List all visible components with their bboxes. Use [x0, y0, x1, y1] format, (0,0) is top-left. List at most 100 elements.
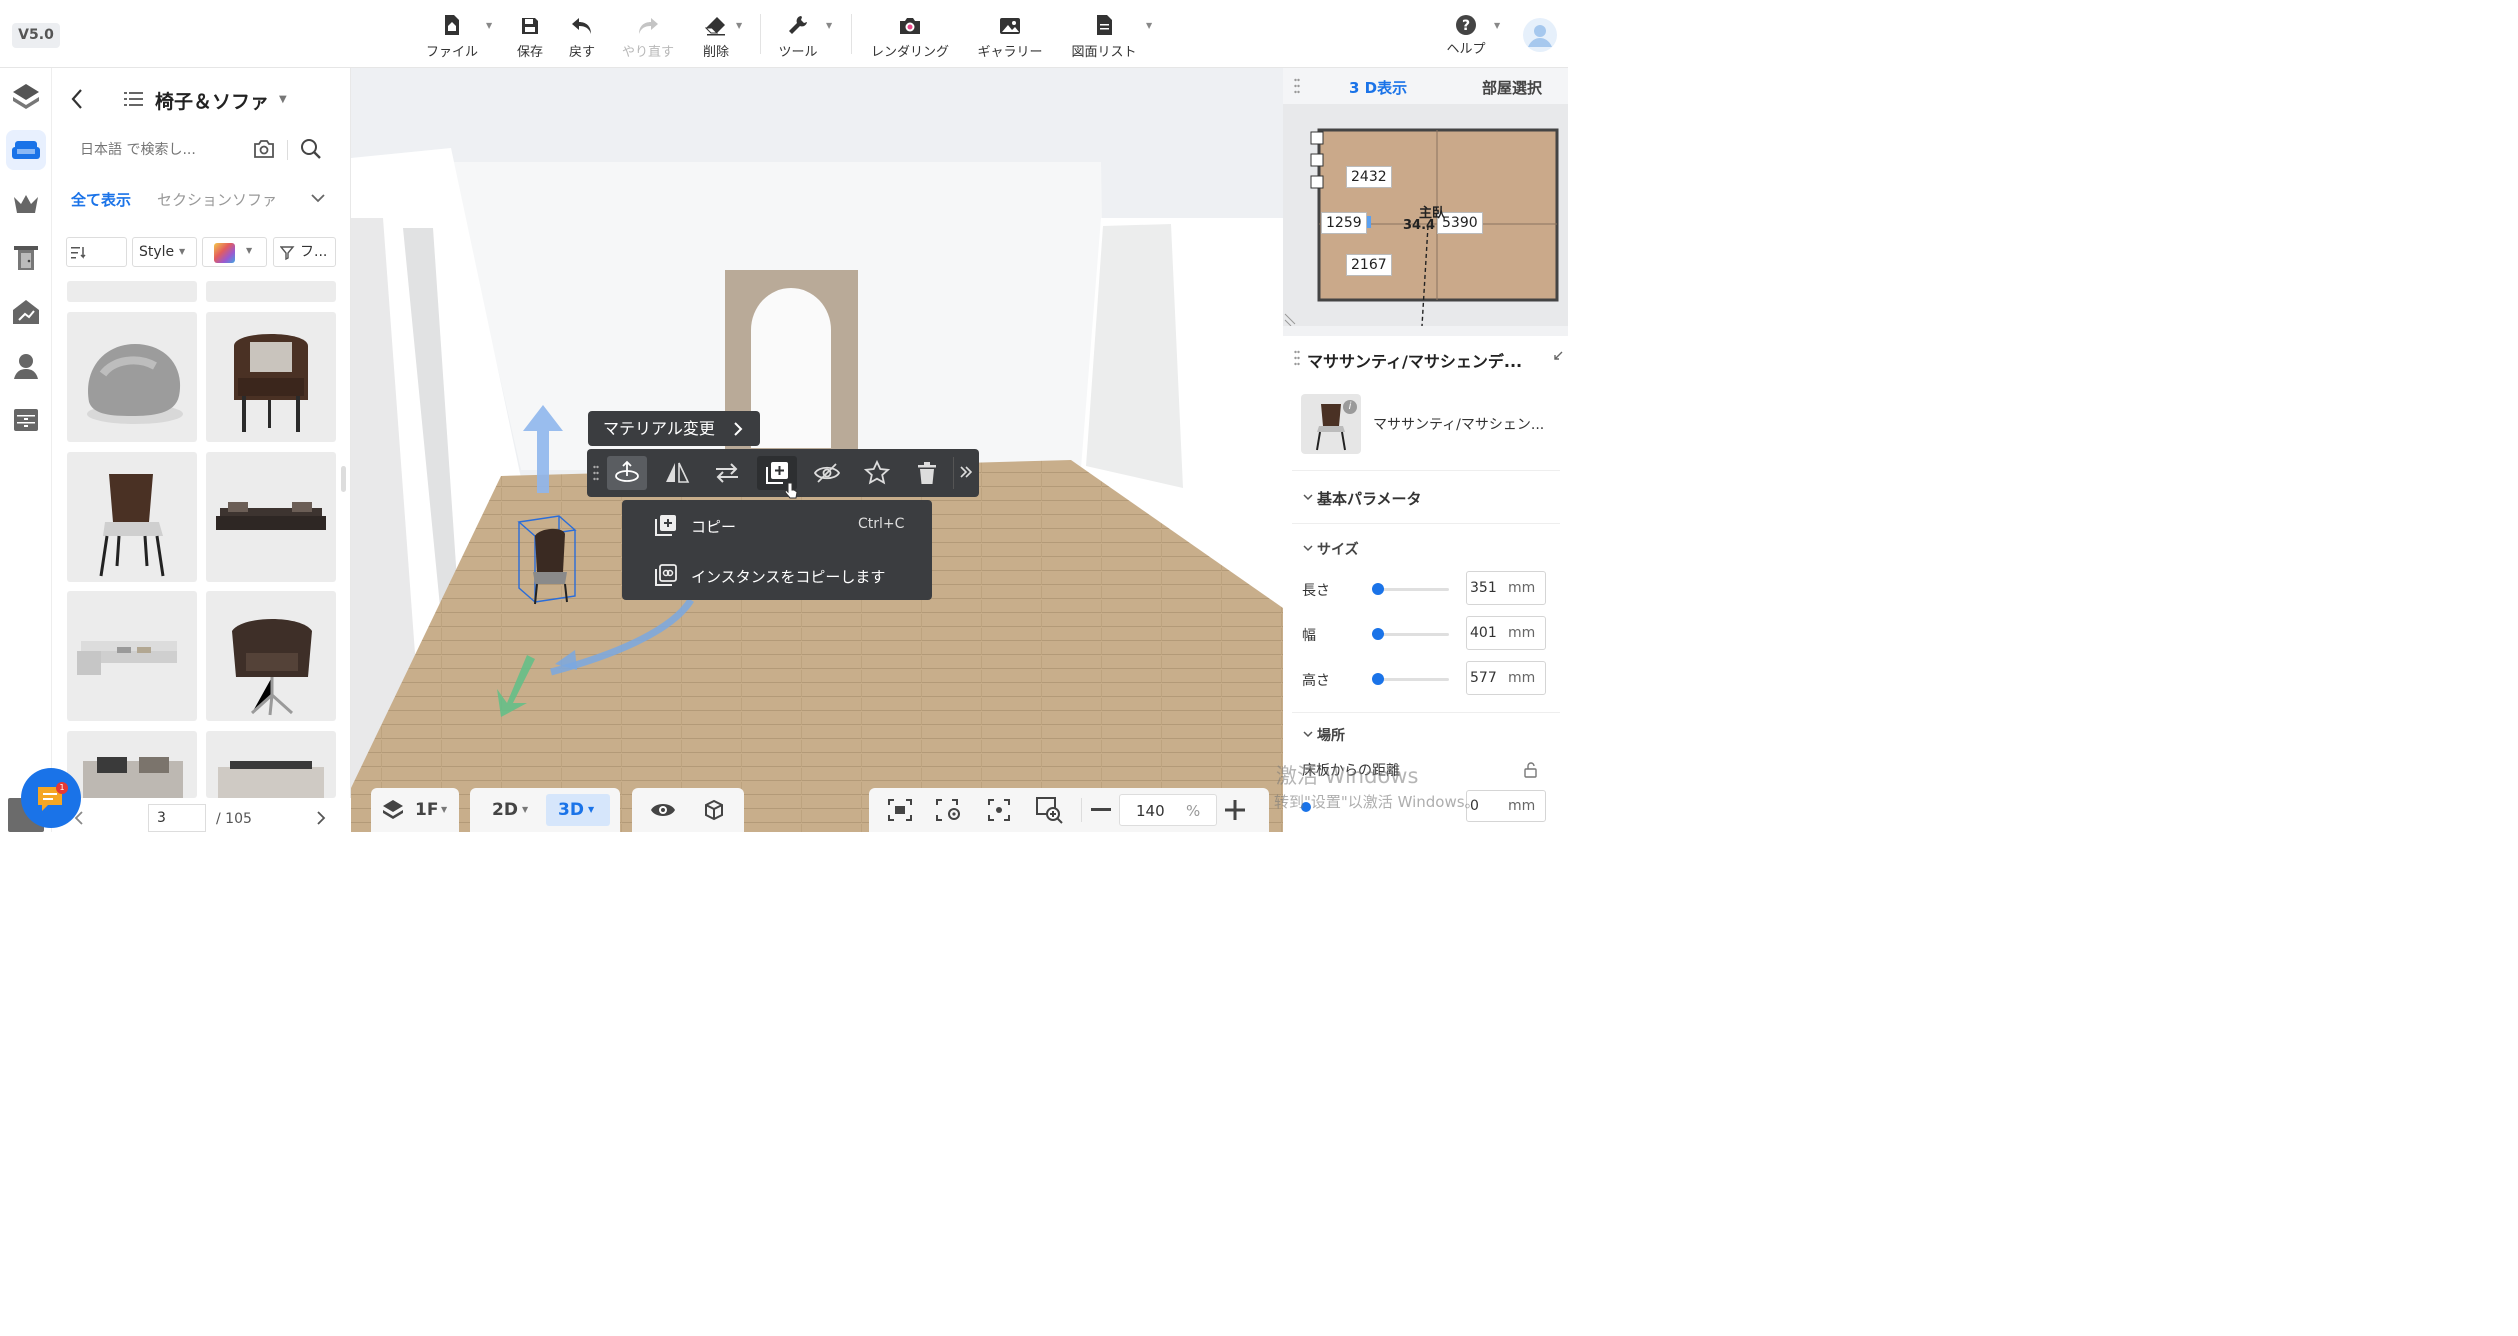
- floor-selector[interactable]: 1F ▼: [371, 788, 459, 832]
- menu-item-copy-instance[interactable]: インスタンスをコピーします: [622, 550, 932, 600]
- user-avatar[interactable]: [1522, 17, 1558, 53]
- drag-handle-icon[interactable]: [1294, 350, 1300, 366]
- zoom-out-icon[interactable]: [1091, 808, 1111, 812]
- color-filter[interactable]: ▼: [202, 237, 267, 267]
- more-filter[interactable]: フ...: [273, 237, 336, 267]
- replace-button[interactable]: [707, 456, 747, 490]
- length-slider-track[interactable]: [1377, 588, 1449, 591]
- cube-icon[interactable]: [702, 798, 726, 822]
- drawing-list-button[interactable]: 図面リスト: [1068, 10, 1140, 60]
- chat-support-button[interactable]: 1: [21, 768, 81, 828]
- page-input[interactable]: [148, 804, 206, 832]
- zoom-window-icon[interactable]: [1035, 796, 1063, 824]
- product-thumbnail[interactable]: [67, 591, 197, 721]
- zoom-in-icon[interactable]: [1225, 800, 1245, 820]
- help-button[interactable]: ? ヘルプ: [1444, 10, 1488, 60]
- delete-caret-icon[interactable]: ▼: [736, 21, 742, 30]
- section-basic-params[interactable]: 基本パラメータ: [1317, 488, 1422, 509]
- drawing-list-caret-icon[interactable]: ▼: [1146, 21, 1152, 30]
- length-slider-knob[interactable]: [1372, 583, 1384, 595]
- category-caret-icon[interactable]: ▼: [279, 94, 287, 105]
- unlock-icon[interactable]: [1523, 762, 1539, 778]
- drag-handle-icon[interactable]: [593, 465, 599, 481]
- delete-object-button[interactable]: [907, 456, 947, 490]
- tabs-expand-chevron-icon[interactable]: [310, 192, 326, 204]
- rail-structure[interactable]: [6, 292, 46, 332]
- move-rotate-button[interactable]: [607, 456, 647, 490]
- search-icon[interactable]: [300, 138, 322, 160]
- width-slider-track[interactable]: [1377, 633, 1449, 636]
- file-caret-icon[interactable]: ▼: [486, 21, 492, 30]
- expand-more-icon[interactable]: [959, 465, 973, 479]
- product-thumbnail[interactable]: [206, 452, 336, 582]
- material-change-button[interactable]: マテリアル変更: [588, 411, 760, 446]
- hide-button[interactable]: [807, 456, 847, 490]
- redo-button[interactable]: やり直す: [620, 10, 676, 60]
- chevron-down-icon[interactable]: [1302, 544, 1314, 552]
- rail-floorplan[interactable]: [6, 76, 46, 116]
- divider: [1292, 712, 1560, 713]
- product-thumbnail[interactable]: [206, 731, 336, 798]
- product-thumbnail[interactable]: [67, 312, 197, 442]
- height-slider-knob[interactable]: [1372, 673, 1384, 685]
- save-label: 保存: [516, 45, 543, 60]
- style-filter[interactable]: Style ▼: [132, 237, 197, 267]
- category-title[interactable]: 椅子＆ソファ: [155, 87, 269, 114]
- rail-storage[interactable]: [6, 400, 46, 440]
- section-size[interactable]: サイズ: [1317, 539, 1359, 559]
- favorite-button[interactable]: [857, 456, 897, 490]
- delete-button[interactable]: 削除: [700, 10, 732, 60]
- view-3d-button[interactable]: 3D ▼: [546, 794, 610, 826]
- gallery-button[interactable]: ギャラリー: [974, 10, 1046, 60]
- panel-resize-handle[interactable]: [341, 466, 346, 492]
- width-slider-knob[interactable]: [1372, 628, 1384, 640]
- file-button[interactable]: ファイル: [424, 10, 480, 60]
- height-slider-track[interactable]: [1377, 678, 1449, 681]
- view-2d-button[interactable]: 2D ▼: [480, 794, 536, 826]
- product-thumbnail-partial[interactable]: [206, 281, 336, 302]
- product-thumbnail-partial[interactable]: [67, 281, 197, 302]
- info-icon[interactable]: i: [1343, 400, 1357, 414]
- width-input[interactable]: 401 mm: [1466, 616, 1546, 650]
- tools-caret-icon[interactable]: ▼: [826, 21, 832, 30]
- rendering-button[interactable]: レンダリング: [868, 10, 952, 60]
- height-input[interactable]: 577 mm: [1466, 661, 1546, 695]
- next-page-icon[interactable]: [316, 810, 326, 826]
- minimap[interactable]: 2432 1259 5390 2167 主臥 34.47: [1283, 104, 1568, 326]
- focus-icon[interactable]: [987, 798, 1011, 822]
- drag-handle-icon[interactable]: [1294, 78, 1300, 94]
- rail-furniture[interactable]: [6, 130, 46, 170]
- product-image[interactable]: i: [1301, 394, 1361, 454]
- tab-room-select[interactable]: 部屋選択: [1482, 77, 1542, 98]
- product-thumbnail[interactable]: [67, 452, 197, 582]
- search-input[interactable]: [66, 130, 246, 170]
- sort-filter[interactable]: [66, 237, 127, 267]
- rail-decor[interactable]: [6, 184, 46, 224]
- image-search-camera-icon[interactable]: [252, 138, 276, 160]
- rail-doors[interactable]: [6, 238, 46, 278]
- tab-sectional-sofa[interactable]: セクションソファ: [157, 189, 277, 210]
- menu-item-copy[interactable]: コピー Ctrl+C: [622, 500, 932, 550]
- back-arrow-icon[interactable]: [70, 88, 84, 110]
- product-thumbnail[interactable]: [67, 731, 197, 798]
- save-button[interactable]: 保存: [514, 10, 546, 60]
- length-input[interactable]: 351 mm: [1466, 571, 1546, 605]
- view-settings-icon[interactable]: [935, 798, 963, 822]
- mirror-button[interactable]: [657, 456, 697, 490]
- zoom-input[interactable]: 140 %: [1119, 794, 1217, 826]
- chevron-down-icon[interactable]: [1302, 730, 1314, 738]
- product-thumbnail[interactable]: [206, 591, 336, 721]
- help-caret-icon[interactable]: ▼: [1494, 21, 1500, 30]
- fit-selection-icon[interactable]: [887, 798, 913, 822]
- eye-icon[interactable]: [650, 800, 676, 820]
- section-location[interactable]: 場所: [1317, 725, 1345, 745]
- chevron-down-icon[interactable]: [1302, 493, 1314, 501]
- undo-button[interactable]: 戻す: [566, 10, 598, 60]
- collapse-panel-icon[interactable]: [1553, 351, 1563, 363]
- rail-my-items[interactable]: [6, 346, 46, 386]
- tools-button[interactable]: ツール: [776, 10, 820, 60]
- tab-3d-view[interactable]: 3 D表示: [1349, 77, 1407, 98]
- product-thumbnail[interactable]: [206, 312, 336, 442]
- tab-all[interactable]: 全て表示: [71, 189, 131, 210]
- undo-icon: [570, 10, 594, 36]
